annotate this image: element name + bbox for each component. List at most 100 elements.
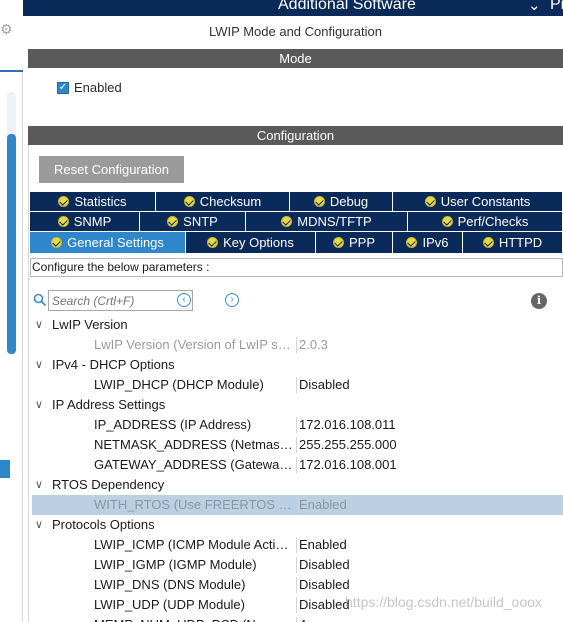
arrow-left-circle-icon[interactable]: ‹ <box>177 293 191 307</box>
tab-general-settings[interactable]: General Settings <box>30 232 186 254</box>
tree-group[interactable]: ∨ Protocols Options <box>30 515 563 535</box>
tab-label: Key Options <box>223 235 294 250</box>
tab-label: PPP <box>348 235 375 250</box>
tab-row-1: Statistics Checksum Debug User Constants <box>30 192 563 212</box>
panel-title: LWIP Mode and Configuration <box>209 24 382 39</box>
search-toolbar: ‹ › i <box>33 290 553 312</box>
tab-label: SNMP <box>73 214 112 229</box>
tab-user-constants[interactable]: User Constants <box>393 192 563 212</box>
tab-label: IPv6 <box>422 235 449 250</box>
tree-param-row[interactable]: GATEWAY_ADDRESS (Gatewa… 172.016.108.001 <box>30 455 563 475</box>
info-icon[interactable]: i <box>531 293 547 309</box>
tab-checksum[interactable]: Checksum <box>156 192 290 212</box>
tree-group-label: IPv4 - DHCP Options <box>52 357 175 372</box>
column-divider <box>296 417 297 433</box>
tab-label: Debug <box>329 194 369 209</box>
tree-param-row[interactable]: LWIP_DNS (DNS Module) Disabled <box>30 575 563 595</box>
tree-group[interactable]: ∨ LwIP Version <box>30 315 563 335</box>
tree-group-label: LwIP Version <box>52 317 128 332</box>
check-circle-icon <box>313 196 325 207</box>
check-circle-icon <box>332 237 344 248</box>
param-value[interactable]: Disabled <box>299 595 350 615</box>
tab-key-options[interactable]: Key Options <box>186 232 316 254</box>
tab-httpd[interactable]: HTTPD <box>463 232 563 254</box>
param-value[interactable]: Disabled <box>299 555 350 575</box>
column-divider <box>296 577 297 593</box>
param-name: IP_ADDRESS (IP Address) <box>94 417 252 432</box>
param-name: LwIP Version (Version of LwIP s… <box>94 337 291 352</box>
param-value[interactable]: 4 <box>299 615 306 622</box>
param-name: LWIP_DHCP (DHCP Module) <box>94 377 264 392</box>
chevron-down-icon[interactable]: ∨ <box>35 515 43 535</box>
param-value[interactable]: Disabled <box>299 575 350 595</box>
param-name: LWIP_DNS (DNS Module) <box>94 577 246 592</box>
arrow-right-circle-icon[interactable]: › <box>225 293 239 307</box>
tab-row-2: SNMP SNTP MDNS/TFTP Perf/Checks <box>30 212 563 232</box>
tab-debug[interactable]: Debug <box>290 192 393 212</box>
column-divider <box>296 337 297 353</box>
tree-param-row[interactable]: IP_ADDRESS (IP Address) 172.016.108.011 <box>30 415 563 435</box>
tree-param-row[interactable]: LwIP Version (Version of LwIP s… 2.0.3 <box>30 335 563 355</box>
parameter-tree: ∨ LwIP Version LwIP Version (Version of Lw… <box>30 315 563 622</box>
column-divider <box>296 457 297 473</box>
tab-label: Checksum <box>199 194 262 209</box>
tab-ppp[interactable]: PPP <box>316 232 393 254</box>
left-scrollbar-thumb[interactable] <box>7 134 16 354</box>
tab-label: User Constants <box>440 194 531 209</box>
chevron-down-icon[interactable]: ∨ <box>35 355 43 375</box>
tab-label: MDNS/TFTP <box>297 214 372 229</box>
param-value[interactable]: Disabled <box>299 375 350 395</box>
left-selected-indicator <box>0 460 10 478</box>
tab-label: HTTPD <box>498 235 543 250</box>
description-text: Configure the below parameters : <box>30 258 563 277</box>
param-value[interactable]: 255.255.255.000 <box>299 435 397 455</box>
tree-group-label: IP Address Settings <box>52 397 166 412</box>
tab-perf-checks[interactable]: Perf/Checks <box>408 212 563 232</box>
gear-icon[interactable]: ⚙ <box>0 22 14 36</box>
chevron-down-icon[interactable]: ⌄ <box>528 0 541 14</box>
check-circle-icon <box>424 196 436 207</box>
enabled-checkbox[interactable]: ✓ <box>57 81 69 94</box>
header-right-partial: Pr <box>550 0 563 13</box>
param-value[interactable]: 172.016.108.011 <box>299 415 396 435</box>
tree-group[interactable]: ∨ IP Address Settings <box>30 395 563 415</box>
chevron-down-icon[interactable]: ∨ <box>35 475 43 495</box>
left-panel-strip: ⚙ <box>0 0 23 622</box>
search-icon[interactable] <box>33 293 47 307</box>
mode-section-header: Mode <box>28 49 563 68</box>
check-circle-icon <box>167 216 179 227</box>
tab-statistics[interactable]: Statistics <box>30 192 156 212</box>
tree-param-row[interactable]: LWIP_ICMP (ICMP Module Acti… Enabled <box>30 535 563 555</box>
additional-software-header[interactable]: Additional Software ⌄ Pr <box>23 0 563 16</box>
enabled-checkbox-row[interactable]: ✓ Enabled <box>57 80 122 95</box>
param-name: WITH_RTOS (Use FREERTOS … <box>94 497 292 512</box>
tree-group-label: Protocols Options <box>52 517 155 532</box>
tree-param-row[interactable]: LWIP_IGMP (IGMP Module) Disabled <box>30 555 563 575</box>
tree-param-row[interactable]: MEMP_NUM_UDP_PCB (Numb… 4 <box>30 615 563 622</box>
param-value[interactable]: 2.0.3 <box>299 335 328 355</box>
check-circle-icon <box>51 237 63 248</box>
tree-param-row[interactable]: NETMASK_ADDRESS (Netmas… 255.255.255.000 <box>30 435 563 455</box>
tab-ipv6[interactable]: IPv6 <box>393 232 463 254</box>
tab-mdns-tftp[interactable]: MDNS/TFTP <box>246 212 408 232</box>
tab-sntp[interactable]: SNTP <box>140 212 246 232</box>
tab-label: Perf/Checks <box>457 214 529 229</box>
check-circle-icon <box>441 216 453 227</box>
tree-param-row[interactable]: WITH_RTOS (Use FREERTOS … Enabled <box>32 495 563 515</box>
check-circle-icon <box>482 237 494 248</box>
tree-group[interactable]: ∨ IPv4 - DHCP Options <box>30 355 563 375</box>
chevron-down-icon[interactable]: ∨ <box>35 315 43 335</box>
tree-group[interactable]: ∨ RTOS Dependency <box>30 475 563 495</box>
tab-row-3: General Settings Key Options PPP IPv6 HTTPD <box>30 232 563 254</box>
search-input[interactable] <box>48 290 193 311</box>
check-circle-icon <box>183 196 195 207</box>
check-circle-icon <box>57 216 69 227</box>
column-divider <box>296 537 297 553</box>
tree-param-row[interactable]: LWIP_DHCP (DHCP Module) Disabled <box>30 375 563 395</box>
param-value[interactable]: Enabled <box>299 535 347 555</box>
param-value[interactable]: Enabled <box>299 495 347 515</box>
reset-configuration-button[interactable]: Reset Configuration <box>39 156 184 183</box>
param-value[interactable]: 172.016.108.001 <box>299 455 397 475</box>
tab-snmp[interactable]: SNMP <box>30 212 140 232</box>
chevron-down-icon[interactable]: ∨ <box>35 395 43 415</box>
